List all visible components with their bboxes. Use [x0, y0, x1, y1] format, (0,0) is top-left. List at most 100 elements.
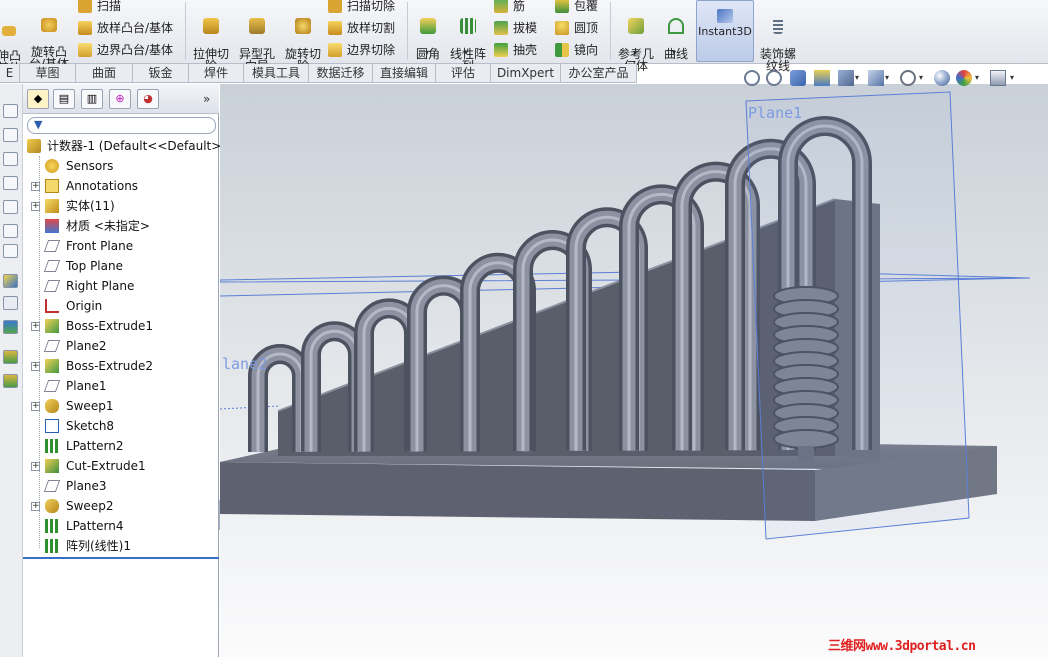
tab-features[interactable]: E — [0, 64, 20, 83]
assembly-icon[interactable] — [3, 350, 18, 364]
boundary-cut-button[interactable]: 边界切除 — [328, 41, 395, 59]
cosmetic-thread-button[interactable]: 装饰螺 纹线 — [756, 6, 800, 72]
view-settings-icon[interactable] — [990, 70, 1006, 86]
base-plate-front-face[interactable] — [220, 462, 815, 521]
plane1-outline[interactable] — [745, 91, 970, 540]
zoom-to-area-icon[interactable] — [766, 70, 782, 86]
boundary-boss-button[interactable]: 边界凸台/基体 — [78, 41, 173, 59]
expand-toggle-icon[interactable]: + — [31, 402, 40, 411]
configuration-manager-tab[interactable]: ▥ — [81, 89, 103, 109]
tree-guide-line — [39, 156, 40, 548]
tab-sketch[interactable]: 草图 — [20, 64, 76, 83]
tab-data-migration[interactable]: 数据迁移 — [309, 64, 373, 83]
tab-mold-tools[interactable]: 模具工具 — [244, 64, 309, 83]
display-manager-tab[interactable]: ◕ — [137, 89, 159, 109]
hide-show-dropdown-icon[interactable]: ▾ — [919, 73, 923, 82]
view-cube-icon[interactable] — [3, 224, 18, 238]
sketch-icon — [45, 419, 59, 433]
sweep-icon — [45, 399, 59, 413]
sketch-tool-icon[interactable] — [3, 274, 18, 288]
extruded-cut-button[interactable]: 拉伸切 除 — [189, 6, 233, 72]
view-orientation-icon[interactable] — [838, 70, 854, 86]
plane1-label[interactable]: Plane1 — [748, 104, 802, 122]
revolved-cut-button[interactable]: 旋转切 除 — [281, 6, 325, 72]
mirror-button[interactable]: 镜向 — [555, 41, 598, 59]
feature-manager-panel: ◆ ▤ ▥ ⊕ ◕ » ▼ 计数器-1 (Default<<Default>_ … — [23, 84, 227, 657]
reference-geometry-button[interactable]: 参考几 何体 — [614, 6, 658, 72]
expand-toggle-icon[interactable]: + — [31, 462, 40, 471]
view-cube-icon[interactable] — [3, 128, 18, 142]
previous-view-icon[interactable] — [790, 70, 806, 86]
command-manager-tabs: E 草图 曲面 钣金 焊件 模具工具 数据迁移 直接编辑 评估 DimXpert… — [0, 64, 637, 83]
graphics-area[interactable]: Plane1 lane2 — [220, 84, 1048, 657]
view-cube-icon[interactable] — [3, 152, 18, 166]
tab-sheet-metal[interactable]: 钣金 — [133, 64, 189, 83]
tab-dimxpert[interactable]: DimXpert — [491, 64, 561, 83]
lofted-cut-button[interactable]: 放样切割 — [328, 19, 395, 37]
revolved-boss-button[interactable]: 旋转凸 台/基体 — [27, 6, 71, 70]
curves-dropdown-icon[interactable]: ▾ — [672, 48, 676, 57]
shell-button[interactable]: 抽壳 — [494, 41, 537, 59]
view-settings-dropdown-icon[interactable]: ▾ — [1010, 73, 1014, 82]
display-style-dropdown-icon[interactable]: ▾ — [885, 73, 889, 82]
dome-icon — [555, 21, 569, 35]
expand-panel-icon[interactable]: » — [203, 92, 210, 106]
swept-boss-label: 扫描 — [97, 0, 122, 13]
tab-weldments[interactable]: 焊件 — [189, 64, 244, 83]
draft-button[interactable]: 拔模 — [494, 19, 537, 37]
smart-dimension-icon[interactable] — [3, 296, 18, 310]
plane2-label[interactable]: lane2 — [222, 355, 267, 373]
ref-geometry-dropdown-icon[interactable]: ▾ — [633, 48, 637, 57]
scene-dropdown-icon[interactable]: ▾ — [975, 73, 979, 82]
zoom-to-fit-icon[interactable] — [744, 70, 760, 86]
assembly-icon[interactable] — [3, 374, 18, 388]
dimxpert-manager-tab[interactable]: ⊕ — [109, 89, 131, 109]
swept-cut-button[interactable]: 扫描切除 — [328, 0, 395, 15]
rib-button[interactable]: 筋 — [494, 0, 525, 15]
view-cube-icon[interactable] — [3, 176, 18, 190]
model-view[interactable]: Plane1 lane2 — [220, 84, 1048, 657]
expand-toggle-icon[interactable]: + — [31, 362, 40, 371]
shell-icon — [494, 43, 508, 57]
section-view-icon[interactable] — [814, 70, 830, 86]
linear-pattern-button[interactable]: 线性阵 列 — [446, 6, 490, 72]
view-cube-icon[interactable] — [3, 244, 18, 258]
display-style-icon[interactable] — [868, 70, 884, 86]
feature-tree: 计数器-1 (Default<<Default>_ Sensors + Annota… — [23, 136, 227, 556]
material-icon — [45, 219, 59, 233]
mirror-label: 镜向 — [574, 43, 599, 57]
tree-node-label: Right Plane — [66, 279, 135, 293]
wrap-button[interactable]: 包覆 — [555, 0, 598, 15]
property-manager-tab[interactable]: ▤ — [53, 89, 75, 109]
view-cube-icon[interactable] — [3, 200, 18, 214]
part-icon — [27, 139, 41, 153]
pattern-dropdown-icon[interactable]: ▾ — [464, 48, 468, 57]
expand-toggle-icon[interactable]: + — [31, 182, 40, 191]
fillet-dropdown-icon[interactable]: ▾ — [425, 48, 429, 57]
hide-show-items-icon[interactable] — [900, 70, 916, 86]
expand-toggle-icon[interactable]: + — [31, 322, 40, 331]
feature-tree-tab[interactable]: ◆ — [27, 89, 49, 109]
apply-scene-icon[interactable] — [956, 70, 972, 86]
expand-toggle-icon[interactable]: + — [31, 502, 40, 511]
mirror-icon — [555, 43, 569, 57]
tree-node-label: Sweep1 — [66, 399, 114, 413]
expand-toggle-icon[interactable]: + — [31, 202, 40, 211]
tab-direct-editing[interactable]: 直接编辑 — [373, 64, 436, 83]
tree-bottom-rule — [23, 557, 219, 559]
hole-wizard-button[interactable]: 异型孔 向导 — [235, 6, 279, 72]
relation-icon[interactable] — [3, 320, 18, 334]
watermark-text: 三维网www.3dportal.cn — [828, 639, 976, 654]
instant3d-button[interactable]: Instant3D — [696, 0, 754, 62]
tree-filter-input[interactable]: ▼ — [27, 117, 216, 134]
lofted-boss-button[interactable]: 放样凸台/基体 — [78, 19, 173, 37]
edit-appearance-icon[interactable] — [934, 70, 950, 86]
tab-office-products[interactable]: 办公室产品 — [561, 64, 637, 83]
tab-evaluate[interactable]: 评估 — [436, 64, 491, 83]
dome-button[interactable]: 圆顶 — [555, 19, 598, 37]
origin-icon — [45, 299, 59, 313]
view-cube-icon[interactable] — [3, 104, 18, 118]
swept-boss-button[interactable]: 扫描 — [78, 0, 121, 15]
view-orientation-dropdown-icon[interactable]: ▾ — [855, 73, 859, 82]
tab-surfaces[interactable]: 曲面 — [76, 64, 133, 83]
